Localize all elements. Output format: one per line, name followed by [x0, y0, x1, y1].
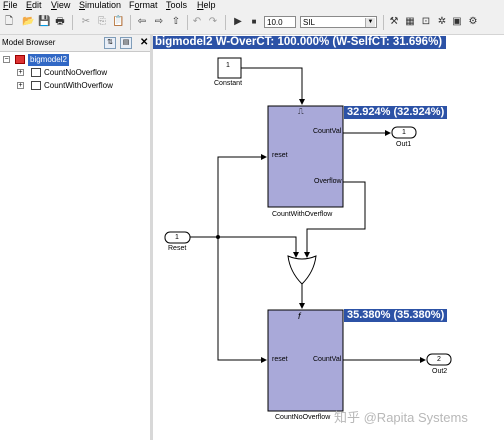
- panel-splitter[interactable]: [150, 35, 153, 440]
- toolbar-separator: [72, 15, 73, 30]
- redo-icon[interactable]: ↷: [207, 16, 219, 28]
- toolbar: 🗋 📂 💾 🖶 ✂ ⎘ 📋 ⇦ ⇨ ⇧ ↶ ↷ ▶ ■ 10.0 SIL ▼ ⚒…: [0, 12, 504, 35]
- signal-line: [217, 237, 267, 363]
- tree-node-root[interactable]: − bigmodel2: [0, 54, 150, 66]
- simulation-mode-value: SIL: [303, 18, 316, 27]
- signal-line: [241, 67, 305, 105]
- diagram-title: bigmodel2 W-OverCT: 100.000% (W-SelfCT: …: [153, 36, 446, 49]
- model-browser-header: Model Browser ⇅ ▤ ✕: [0, 35, 150, 52]
- tree-node-label: CountNoOverflow: [44, 68, 108, 77]
- signal-line: [217, 154, 267, 237]
- simulation-mode-select[interactable]: SIL ▼: [300, 16, 377, 28]
- browser-icon[interactable]: ▣: [451, 16, 463, 28]
- port-reset-label: reset: [272, 356, 288, 363]
- reset-label: Reset: [168, 245, 187, 252]
- copy-icon[interactable]: ⎘: [96, 16, 108, 28]
- menu-simulation[interactable]: Simulation: [79, 0, 121, 11]
- toolbar-separator: [383, 15, 384, 30]
- chevron-down-icon: ▼: [365, 18, 375, 27]
- port-reset-label: reset: [272, 152, 288, 159]
- stop-time-field[interactable]: 10.0: [264, 16, 296, 28]
- toolbar-separator: [225, 15, 226, 30]
- constant-value: 1: [226, 62, 230, 69]
- tree-node-countwithoverflow[interactable]: + CountWithOverflow: [0, 80, 150, 92]
- paste-icon[interactable]: 📋: [112, 16, 124, 28]
- model-browser-title: Model Browser: [2, 38, 56, 47]
- menu-bar: File Edit View Simulation Format Tools H…: [0, 0, 504, 12]
- library-icon[interactable]: ▦: [404, 16, 416, 28]
- up-icon[interactable]: ⇧: [170, 16, 182, 28]
- block-name-countwithoverflow: CountWithOverflow: [272, 211, 333, 218]
- forward-icon[interactable]: ⇨: [153, 16, 165, 28]
- menu-view[interactable]: View: [51, 0, 70, 11]
- expand-icon[interactable]: +: [17, 69, 24, 76]
- out1-label: Out1: [396, 141, 412, 148]
- stop-icon[interactable]: ■: [248, 16, 260, 28]
- port-countval-label: CountVal: [313, 128, 342, 135]
- out1-port-number: 1: [402, 129, 406, 136]
- model-browser-tree: − bigmodel2 + CountNoOverflow + CountWit…: [0, 52, 150, 440]
- menu-help[interactable]: Help: [197, 0, 216, 11]
- cut-icon[interactable]: ✂: [80, 16, 92, 28]
- browser-options-icon[interactable]: ▤: [120, 37, 132, 49]
- menu-file[interactable]: File: [3, 0, 18, 11]
- signal-line: [218, 236, 299, 258]
- menu-format[interactable]: Format: [129, 0, 158, 11]
- port-countval-label: CountVal: [313, 356, 342, 363]
- out2-label: Out2: [432, 368, 448, 375]
- print-icon[interactable]: 🖶: [54, 16, 66, 28]
- toolbar-separator: [187, 15, 188, 30]
- tree-node-label: bigmodel2: [28, 54, 69, 66]
- tree-node-label: CountWithOverflow: [44, 81, 113, 90]
- block-name-countnooverflow: CountNoOverflow: [275, 414, 331, 421]
- back-icon[interactable]: ⇦: [136, 16, 148, 28]
- port-overflow-label: Overflow: [314, 178, 342, 185]
- or-gate[interactable]: [287, 255, 317, 285]
- model-icon: [15, 55, 25, 64]
- subsystem-icon: [31, 68, 41, 77]
- tree-node-countnooverflow[interactable]: + CountNoOverflow: [0, 67, 150, 79]
- out2-port-number: 2: [437, 356, 441, 363]
- model-explorer-icon[interactable]: ⊡: [420, 16, 432, 28]
- save-icon[interactable]: 💾: [38, 16, 50, 28]
- menu-tools[interactable]: Tools: [166, 0, 187, 11]
- toolbar-separator: [130, 15, 131, 30]
- function-call-icon: f: [298, 311, 301, 321]
- debug-icon[interactable]: ✲: [436, 16, 448, 28]
- watermark: 知乎 @Rapita Systems: [334, 410, 468, 425]
- play-icon[interactable]: ▶: [232, 16, 244, 28]
- menu-edit[interactable]: Edit: [26, 0, 42, 11]
- constant-label: Constant: [214, 80, 243, 87]
- undo-icon[interactable]: ↶: [191, 16, 203, 28]
- coverage-badge-countwithoverflow: 32.924% (32.924%): [344, 106, 448, 119]
- new-icon[interactable]: 🗋: [3, 16, 15, 28]
- properties-icon[interactable]: ⚙: [467, 16, 479, 28]
- close-icon[interactable]: ✕: [140, 37, 148, 48]
- browser-filter-icon[interactable]: ⇅: [104, 37, 116, 49]
- open-icon[interactable]: 📂: [22, 16, 34, 28]
- expand-icon[interactable]: +: [17, 82, 24, 89]
- reset-port-number: 1: [175, 234, 179, 241]
- build-icon[interactable]: ⚒: [388, 16, 400, 28]
- collapse-icon[interactable]: −: [3, 56, 10, 63]
- subsystem-icon: [31, 81, 41, 90]
- trigger-icon: ⎍: [298, 107, 304, 116]
- coverage-badge-countnooverflow: 35.380% (35.380%): [344, 309, 448, 322]
